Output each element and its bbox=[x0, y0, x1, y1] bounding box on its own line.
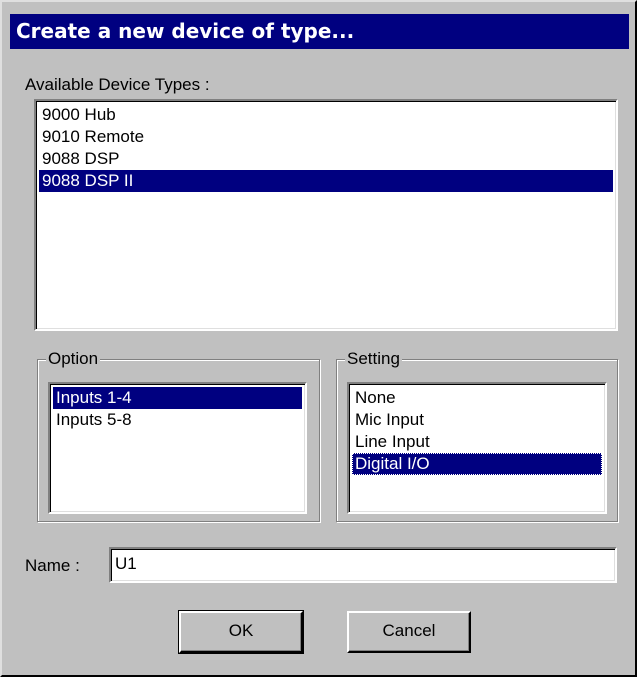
name-field[interactable]: U1 bbox=[109, 547, 617, 583]
option-list[interactable]: Inputs 1-4 Inputs 5-8 bbox=[48, 382, 307, 514]
option-item-selected[interactable]: Inputs 1-4 bbox=[53, 387, 302, 409]
setting-item[interactable]: Line Input bbox=[352, 431, 602, 453]
available-device-types-label: Available Device Types : bbox=[25, 75, 210, 94]
ok-button[interactable]: OK bbox=[178, 610, 304, 654]
cancel-button-label: Cancel bbox=[382, 621, 436, 640]
new-device-dialog: Create a new device of type... Available… bbox=[0, 0, 637, 677]
option-item[interactable]: Inputs 5-8 bbox=[53, 409, 302, 431]
cancel-button[interactable]: Cancel bbox=[347, 611, 471, 653]
setting-item[interactable]: Mic Input bbox=[352, 409, 602, 431]
name-label: Name : bbox=[25, 556, 80, 575]
setting-list[interactable]: None Mic Input Line Input Digital I/O bbox=[347, 382, 607, 514]
setting-item[interactable]: None bbox=[352, 387, 602, 409]
setting-legend: Setting bbox=[345, 349, 402, 369]
dialog-title: Create a new device of type... bbox=[10, 14, 629, 49]
ok-button-label: OK bbox=[228, 621, 254, 640]
device-type-item[interactable]: 9000 Hub bbox=[39, 104, 613, 126]
setting-item-selected[interactable]: Digital I/O bbox=[352, 453, 602, 475]
device-type-item[interactable]: 9088 DSP bbox=[39, 148, 613, 170]
device-type-item[interactable]: 9010 Remote bbox=[39, 126, 613, 148]
option-legend: Option bbox=[46, 349, 101, 369]
available-device-types-list[interactable]: 9000 Hub 9010 Remote 9088 DSP 9088 DSP I… bbox=[34, 99, 618, 331]
device-type-item-selected[interactable]: 9088 DSP II bbox=[39, 170, 613, 192]
